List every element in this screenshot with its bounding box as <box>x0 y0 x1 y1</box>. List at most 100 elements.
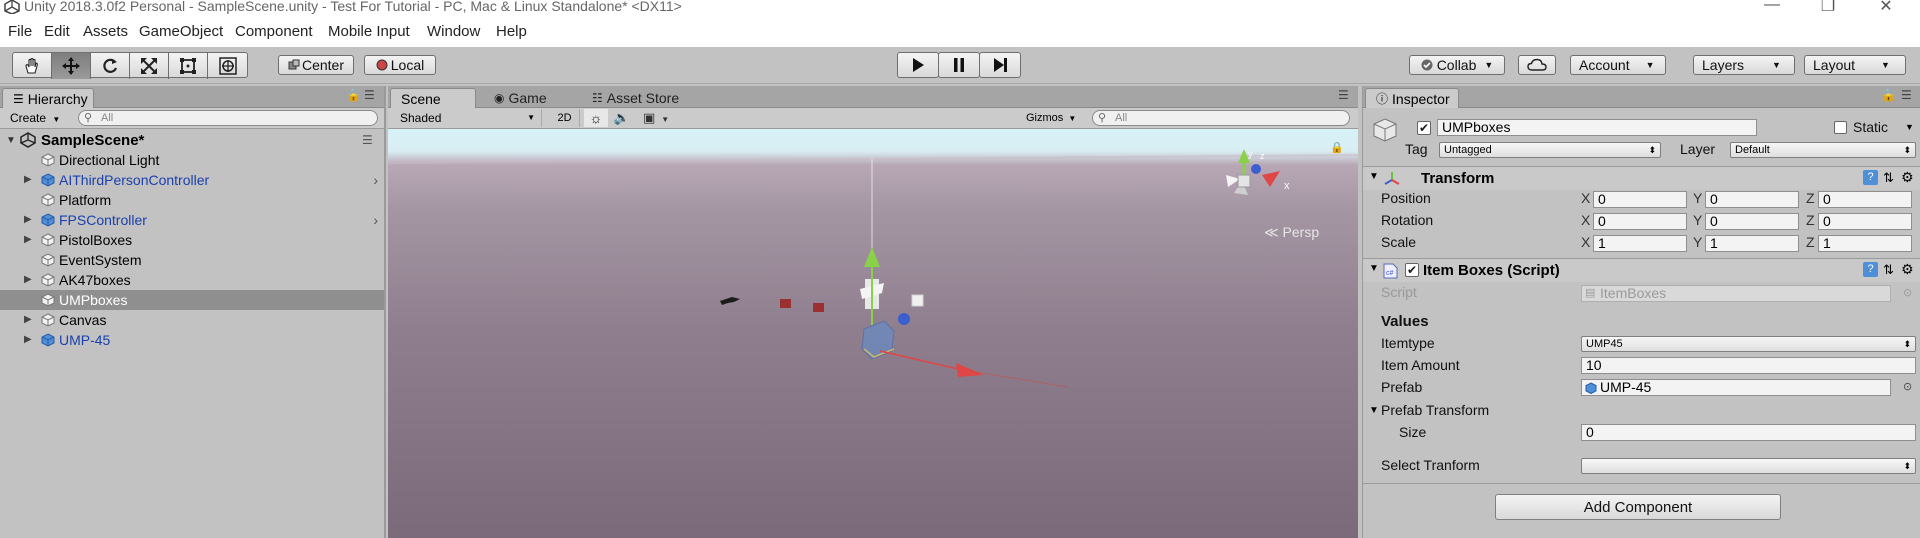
rect-tool-button[interactable] <box>169 53 208 79</box>
transform-z-field[interactable]: 1 <box>1818 235 1912 252</box>
itemtype-dropdown[interactable]: UMP45 ⬍ <box>1581 336 1916 352</box>
expand-arrow-icon[interactable]: ▼ <box>6 135 16 146</box>
axis-y-label[interactable]: Y <box>1693 190 1702 206</box>
shading-mode-dropdown[interactable]: Shaded ▼ <box>392 109 542 127</box>
help-icon[interactable]: ? <box>1863 262 1878 277</box>
move-tool-button[interactable] <box>52 53 91 79</box>
expand-arrow-icon[interactable]: ▶ <box>24 274 32 285</box>
menu-component[interactable]: Component <box>235 23 313 40</box>
lighting-toggle[interactable]: ☼ <box>584 109 608 127</box>
axis-x-label[interactable]: X <box>1581 212 1590 228</box>
expand-arrow-icon[interactable]: ▶ <box>24 234 32 245</box>
weapon-object[interactable] <box>720 297 740 305</box>
transform-x-field[interactable]: 1 <box>1593 235 1687 252</box>
open-prefab-icon[interactable]: › <box>373 172 378 188</box>
pause-button[interactable] <box>938 52 980 78</box>
menu-assets[interactable]: Assets <box>83 23 128 40</box>
menu-window[interactable]: Window <box>427 23 480 40</box>
scene-viewport[interactable]: x y z 🔒 ≪ Persp <box>388 129 1358 538</box>
gizmo-lock-icon[interactable]: 🔒 <box>1330 141 1344 154</box>
space-toggle-button[interactable]: Local <box>364 55 436 75</box>
transform-z-field[interactable]: 0 <box>1818 191 1912 208</box>
transform-z-field[interactable]: 0 <box>1818 213 1912 230</box>
scene-menu-icon[interactable]: ☰ <box>362 133 373 147</box>
expand-arrow-icon[interactable]: ▶ <box>24 334 32 345</box>
tag-dropdown[interactable]: Untagged ⬍ <box>1439 142 1661 158</box>
red-box-object[interactable] <box>813 303 824 312</box>
create-dropdown[interactable]: Create ▼ <box>6 110 64 126</box>
hierarchy-item[interactable]: ▶ Canvas <box>0 310 384 330</box>
gizmos-dropdown[interactable]: Gizmos ▼ <box>1020 109 1076 127</box>
transform-y-field[interactable]: 0 <box>1705 213 1799 230</box>
transform-tool-button[interactable] <box>208 53 247 79</box>
axis-z-label[interactable]: Z <box>1806 212 1815 228</box>
menu-gameobject[interactable]: GameObject <box>139 23 223 40</box>
tab-hierarchy[interactable]: ☰ Hierarchy <box>2 88 94 108</box>
preset-icon[interactable]: ⇅ <box>1883 262 1894 278</box>
orientation-gizmo[interactable]: x y z <box>1210 147 1320 217</box>
move-y-arrow[interactable] <box>864 247 880 267</box>
persp-label[interactable]: ≪ Persp <box>1264 224 1319 241</box>
tab-asset-store[interactable]: ☷ Asset Store <box>582 88 689 108</box>
step-button[interactable] <box>979 52 1021 78</box>
hierarchy-item[interactable]: EventSystem <box>0 250 384 270</box>
select-transform-dropdown[interactable]: ⬍ <box>1581 458 1916 474</box>
open-prefab-icon[interactable]: › <box>373 212 378 228</box>
collab-dropdown[interactable]: Collab ▼ <box>1409 55 1505 75</box>
panel-menu-icon[interactable]: ☰ <box>1901 88 1912 102</box>
mode-2d-toggle[interactable]: 2D <box>550 109 580 127</box>
account-dropdown[interactable]: Account ▼ <box>1570 55 1666 75</box>
expand-arrow-icon[interactable]: ▼ <box>1369 263 1379 274</box>
audio-toggle[interactable]: 🔈 <box>610 109 634 127</box>
pivot-toggle-button[interactable]: Center <box>278 55 354 75</box>
preset-icon[interactable]: ⇅ <box>1883 170 1894 186</box>
lock-icon[interactable]: 🔒 <box>346 88 361 102</box>
expand-arrow-icon[interactable]: ▶ <box>24 314 32 325</box>
panel-menu-icon[interactable]: ☰ <box>1338 88 1349 102</box>
tab-game[interactable]: ◉ Game <box>484 88 557 108</box>
hierarchy-item[interactable]: ▶ FPSController › <box>0 210 384 230</box>
axis-x-label[interactable]: X <box>1581 190 1590 206</box>
script-enabled-checkbox[interactable]: ✔ <box>1405 263 1419 277</box>
hierarchy-item[interactable]: UMPboxes <box>0 290 384 310</box>
hierarchy-search-input[interactable]: ⚲ All <box>78 110 378 126</box>
static-checkbox[interactable] <box>1834 121 1847 134</box>
scene-root[interactable]: ▼ SampleScene* ☰ <box>0 130 384 150</box>
layer-dropdown[interactable]: Default ⬍ <box>1730 142 1916 158</box>
axis-z-label[interactable]: Z <box>1806 234 1815 250</box>
move-x-arrow[interactable] <box>956 363 984 377</box>
hierarchy-item[interactable]: ▶ UMP-45 <box>0 330 384 350</box>
transform-x-field[interactable]: 0 <box>1593 213 1687 230</box>
axis-y-label[interactable]: Y <box>1693 212 1702 228</box>
cloud-button[interactable] <box>1518 55 1556 75</box>
hierarchy-item[interactable]: ▶ PistolBoxes <box>0 230 384 250</box>
hand-tool-button[interactable] <box>13 53 52 79</box>
menu-edit[interactable]: Edit <box>44 23 70 40</box>
item-amount-field[interactable]: 10 <box>1581 357 1916 374</box>
play-button[interactable] <box>897 52 939 78</box>
menu-mobile-input[interactable]: Mobile Input <box>328 23 410 40</box>
axis-x-label[interactable]: X <box>1581 234 1590 250</box>
gear-icon[interactable]: ⚙ <box>1901 169 1914 186</box>
gear-icon[interactable]: ⚙ <box>1901 261 1914 278</box>
expand-arrow-icon[interactable]: ▼ <box>1369 405 1379 416</box>
scale-tool-button[interactable] <box>130 53 169 79</box>
lock-icon[interactable]: 🔒 <box>1881 88 1896 102</box>
blue-sphere-object[interactable] <box>898 313 910 325</box>
transform-y-field[interactable]: 0 <box>1705 191 1799 208</box>
object-name-field[interactable]: UMPboxes <box>1437 119 1757 136</box>
menu-file[interactable]: File <box>8 23 32 40</box>
axis-z-label[interactable]: Z <box>1806 190 1815 206</box>
size-field[interactable]: 0 <box>1581 424 1916 441</box>
object-picker-icon[interactable]: ⊙ <box>1903 380 1912 393</box>
restore-icon[interactable]: ❐ <box>1818 0 1838 16</box>
panel-menu-icon[interactable]: ☰ <box>364 88 375 102</box>
layout-dropdown[interactable]: Layout ▼ <box>1804 55 1906 75</box>
script-component-header[interactable]: ▼ c# ✔ Item Boxes (Script) ? ⇅ ⚙ <box>1363 258 1920 282</box>
transform-y-field[interactable]: 1 <box>1705 235 1799 252</box>
rotate-tool-button[interactable] <box>91 53 130 79</box>
minimize-icon[interactable]: — <box>1762 0 1782 14</box>
expand-arrow-icon[interactable]: ▶ <box>24 174 32 185</box>
chevron-down-icon[interactable]: ▼ <box>1905 122 1914 132</box>
hierarchy-item[interactable]: ▶ AIThirdPersonController › <box>0 170 384 190</box>
